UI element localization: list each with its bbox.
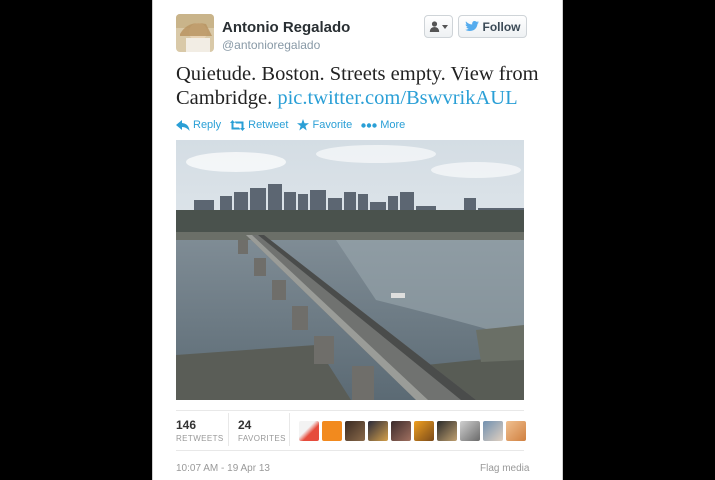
more-label: More bbox=[380, 119, 406, 131]
twitter-bird-icon bbox=[464, 21, 479, 31]
favorites-label: FAVORITES bbox=[238, 434, 286, 443]
reply-icon bbox=[176, 119, 190, 131]
tweet-media-link[interactable]: pic.twitter.com/BswvrikAUL bbox=[277, 87, 517, 109]
favoriter-avatar[interactable] bbox=[299, 421, 319, 441]
favorite-label: Favorite bbox=[312, 119, 353, 131]
author-handle[interactable]: @antonioregalado bbox=[222, 38, 320, 52]
follow-label: Follow bbox=[482, 19, 521, 34]
favoriter-avatar[interactable] bbox=[391, 421, 411, 441]
more-action[interactable]: More bbox=[361, 119, 405, 131]
stats-divider-bottom bbox=[176, 450, 524, 451]
favoriters-list bbox=[299, 421, 526, 441]
user-actions-button[interactable] bbox=[424, 15, 453, 38]
favorites-count: 24 bbox=[238, 418, 252, 432]
follow-button[interactable]: Follow bbox=[458, 15, 527, 38]
user-icon bbox=[429, 21, 440, 32]
favorite-action[interactable]: Favorite bbox=[297, 119, 352, 131]
favoriter-avatar[interactable] bbox=[460, 421, 480, 441]
favoriter-avatar[interactable] bbox=[368, 421, 388, 441]
tweet-photo[interactable] bbox=[176, 140, 524, 400]
favoriter-avatar[interactable] bbox=[345, 421, 365, 441]
tweet-timestamp[interactable]: 10:07 AM - 19 Apr 13 bbox=[176, 463, 270, 474]
favoriter-avatar[interactable] bbox=[483, 421, 503, 441]
star-icon bbox=[297, 119, 310, 131]
retweet-label: Retweet bbox=[248, 119, 289, 131]
favoriter-avatar[interactable] bbox=[506, 421, 526, 441]
stats-divider-top bbox=[176, 410, 524, 411]
reply-label: Reply bbox=[193, 119, 222, 131]
retweets-stat[interactable]: 146 RETWEETS bbox=[176, 418, 224, 443]
retweet-action[interactable]: Retweet bbox=[230, 119, 288, 131]
favoriter-avatar[interactable] bbox=[437, 421, 457, 441]
retweet-icon bbox=[230, 119, 246, 131]
ellipsis-icon bbox=[361, 122, 377, 128]
stats-separator bbox=[289, 413, 290, 446]
tweet-actions: Reply Retweet Favorite More bbox=[176, 116, 414, 134]
tweet-card: Antonio Regalado @antonioregalado Follow… bbox=[152, 0, 563, 480]
author-name[interactable]: Antonio Regalado bbox=[222, 19, 350, 36]
retweets-label: RETWEETS bbox=[176, 434, 224, 443]
favoriter-avatar[interactable] bbox=[414, 421, 434, 441]
tweet-text: Quietude. Boston. Streets empty. View fr… bbox=[176, 62, 546, 110]
stats-separator bbox=[228, 413, 229, 446]
author-avatar[interactable] bbox=[176, 14, 214, 52]
retweets-count: 146 bbox=[176, 418, 197, 432]
flag-media-link[interactable]: Flag media bbox=[480, 463, 529, 474]
favorites-stat[interactable]: 24 FAVORITES bbox=[238, 418, 286, 443]
reply-action[interactable]: Reply bbox=[176, 119, 221, 131]
favoriter-avatar[interactable] bbox=[322, 421, 342, 441]
caret-down-icon bbox=[442, 24, 448, 29]
